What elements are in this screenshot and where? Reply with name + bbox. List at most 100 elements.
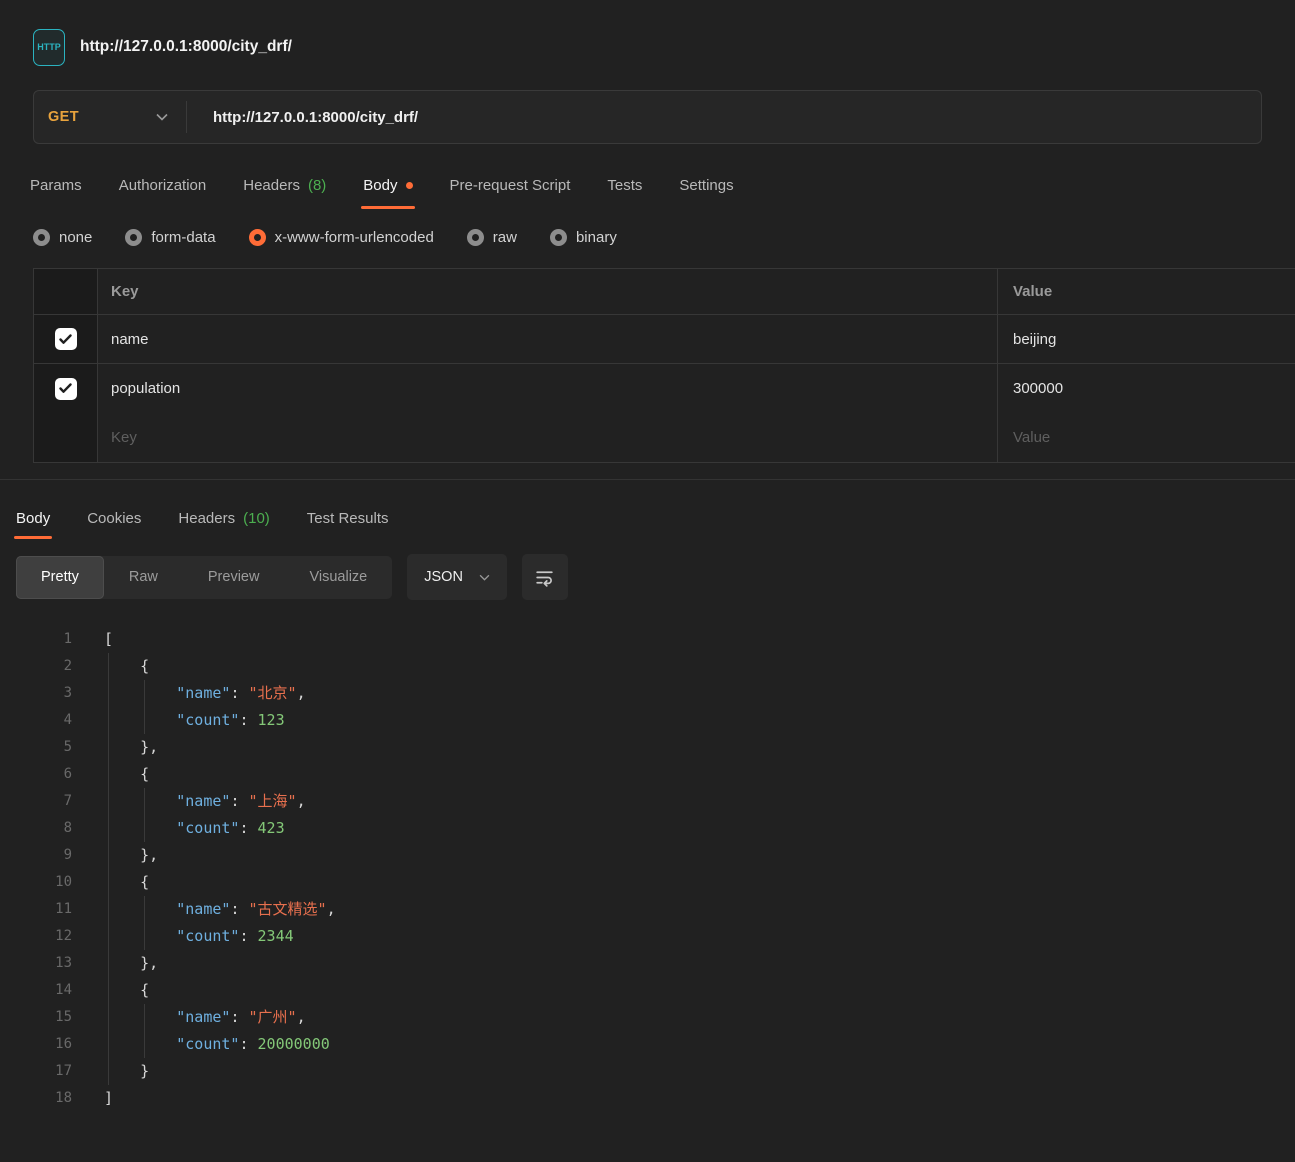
indent-guide [144, 896, 145, 950]
response-section-divider [0, 479, 1295, 480]
key-cell[interactable]: name [98, 315, 998, 363]
code-line: 14 { [0, 977, 1295, 1004]
wrap-lines-button[interactable] [522, 554, 568, 600]
line-content: "count": 20000000 [72, 1031, 330, 1058]
code-line: 3 "name": "北京", [0, 680, 1295, 707]
table-header-row: Key Value [34, 269, 1295, 315]
request-tab-settings[interactable]: Settings [679, 177, 733, 209]
tab-count-badge: (10) [243, 510, 270, 527]
body-mode-x-www-form-urlencoded[interactable]: x-www-form-urlencoded [249, 229, 434, 246]
value-cell[interactable]: beijing [998, 315, 1295, 363]
value-cell[interactable]: 300000 [998, 364, 1295, 413]
table-placeholder-row[interactable]: Key Value [34, 413, 1295, 462]
line-number: 9 [0, 842, 72, 869]
code-token [104, 819, 176, 837]
code-line: 1[ [0, 626, 1295, 653]
row-checkbox[interactable] [55, 378, 77, 400]
code-token: "count" [176, 711, 239, 729]
line-content: }, [72, 842, 158, 869]
code-line: 4 "count": 123 [0, 707, 1295, 734]
request-tab-tests[interactable]: Tests [607, 177, 642, 209]
line-number: 1 [0, 626, 72, 653]
tab-label: Params [30, 177, 82, 194]
chevron-down-icon [479, 574, 490, 581]
request-tab-pre-request-script[interactable]: Pre-request Script [450, 177, 571, 209]
line-number: 11 [0, 896, 72, 923]
body-mode-binary[interactable]: binary [550, 229, 617, 246]
response-body-editor[interactable]: 1[2 {3 "name": "北京",4 "count": 1235 },6 … [0, 616, 1295, 1112]
url-builder: GET [33, 90, 1262, 144]
indent-guide [144, 680, 145, 734]
indent-guide [144, 1004, 145, 1058]
code-token: "count" [176, 927, 239, 945]
line-content: ] [72, 1085, 113, 1112]
request-tab-params[interactable]: Params [30, 177, 82, 209]
tab-label: Test Results [307, 510, 389, 527]
line-content: { [72, 869, 149, 896]
checkbox-header-cell [34, 269, 98, 314]
indent-guide [108, 653, 109, 1085]
code-line: 12 "count": 2344 [0, 923, 1295, 950]
line-number: 14 [0, 977, 72, 1004]
code-token: 20000000 [258, 1035, 330, 1053]
request-tab-header[interactable]: HTTP http://127.0.0.1:8000/city_drf/ [0, 0, 1295, 76]
key-placeholder[interactable]: Key [98, 413, 998, 462]
url-input[interactable] [187, 91, 1261, 143]
view-mode-preview[interactable]: Preview [183, 556, 285, 599]
tab-label: Headers [243, 177, 300, 194]
code-line: 7 "name": "上海", [0, 788, 1295, 815]
body-mode-form-data[interactable]: form-data [125, 229, 215, 246]
code-token [104, 900, 176, 918]
response-tabs: Body Cookies Headers(10) Test Results [16, 506, 1279, 539]
view-mode-pretty[interactable]: Pretty [16, 556, 104, 599]
wrap-lines-icon [534, 567, 555, 588]
line-number: 8 [0, 815, 72, 842]
body-mode-none[interactable]: none [33, 229, 92, 246]
tab-label: Body [363, 177, 397, 194]
line-content: }, [72, 734, 158, 761]
body-mode-label: none [59, 229, 92, 246]
code-token: { [104, 981, 149, 999]
body-mode-label: raw [493, 229, 517, 246]
response-tab-cookies[interactable]: Cookies [87, 510, 141, 539]
indent-guide [144, 788, 145, 842]
line-number: 16 [0, 1031, 72, 1058]
code-token: "广州" [249, 1008, 297, 1026]
response-tab-headers[interactable]: Headers(10) [178, 510, 269, 539]
code-line: 9 }, [0, 842, 1295, 869]
body-mode-label: x-www-form-urlencoded [275, 229, 434, 246]
row-checkbox[interactable] [55, 328, 77, 350]
tab-count-badge: (8) [308, 177, 326, 194]
request-tab-authorization[interactable]: Authorization [119, 177, 207, 209]
http-badge-icon: HTTP [33, 29, 65, 66]
code-token: "count" [176, 1035, 239, 1053]
line-content: "count": 423 [72, 815, 285, 842]
response-tab-test-results[interactable]: Test Results [307, 510, 389, 539]
code-token: [ [104, 630, 113, 648]
method-label: GET [48, 109, 79, 125]
response-toolbar: PrettyRawPreviewVisualize JSON [16, 554, 1279, 600]
code-line: 11 "name": "古文精选", [0, 896, 1295, 923]
code-token: "古文精选" [249, 900, 327, 918]
request-tab-body[interactable]: Body [363, 177, 412, 209]
code-token: "name" [176, 792, 230, 810]
code-token [104, 792, 176, 810]
value-placeholder[interactable]: Value [998, 413, 1295, 462]
code-token [104, 1035, 176, 1053]
request-tab-headers[interactable]: Headers (8) [243, 177, 326, 209]
code-line: 10 { [0, 869, 1295, 896]
line-number: 13 [0, 950, 72, 977]
language-select[interactable]: JSON [407, 554, 507, 600]
method-select[interactable]: GET [34, 91, 186, 143]
code-token [104, 684, 176, 702]
key-cell[interactable]: population [98, 364, 998, 413]
language-label: JSON [424, 569, 463, 585]
code-token: : [239, 819, 257, 837]
line-number: 17 [0, 1058, 72, 1085]
tab-label: Pre-request Script [450, 177, 571, 194]
body-mode-raw[interactable]: raw [467, 229, 517, 246]
view-mode-visualize[interactable]: Visualize [284, 556, 392, 599]
code-token: "name" [176, 684, 230, 702]
response-tab-body[interactable]: Body [16, 510, 50, 539]
view-mode-raw[interactable]: Raw [104, 556, 183, 599]
